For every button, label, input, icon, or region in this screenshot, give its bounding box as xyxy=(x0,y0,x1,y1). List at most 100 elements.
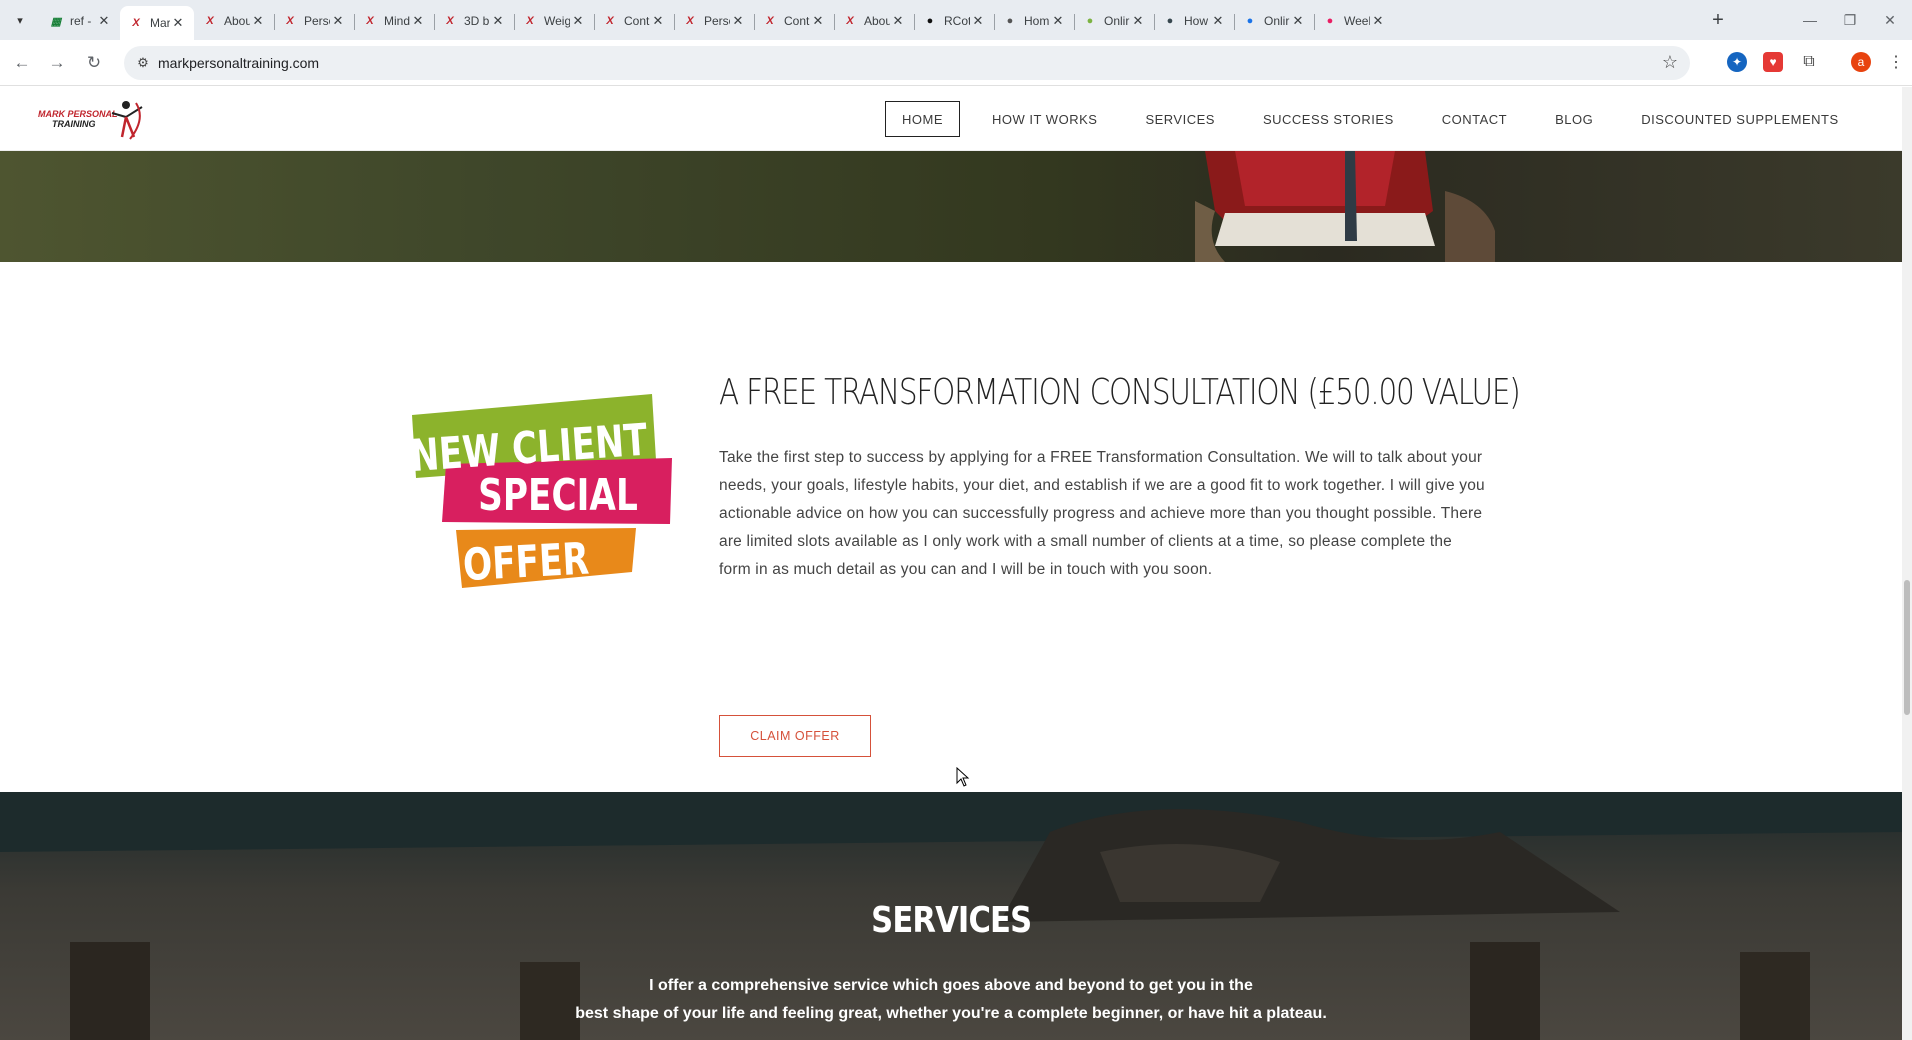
tab-close-icon[interactable]: ✕ xyxy=(970,13,986,29)
page-scrollbar-thumb[interactable] xyxy=(1904,580,1910,715)
new-tab-button[interactable]: + xyxy=(1706,8,1730,32)
browser-tab[interactable]: ● Hom ✕ xyxy=(994,6,1074,36)
tab-title: How xyxy=(1184,14,1209,28)
browser-tab[interactable]: X Mind ✕ xyxy=(354,6,434,36)
tab-title: Cont xyxy=(784,14,810,28)
tab-title: Onlir xyxy=(1264,14,1290,28)
tab-close-icon[interactable]: ✕ xyxy=(1050,13,1066,29)
nav-discounted-supplements[interactable]: DISCOUNTED SUPPLEMENTS xyxy=(1625,101,1854,137)
profile-avatar[interactable]: a xyxy=(1851,52,1871,72)
page-scrollbar-track[interactable] xyxy=(1902,87,1912,1040)
close-window-button[interactable]: ✕ xyxy=(1870,8,1910,32)
claim-offer-button[interactable]: CLAIM OFFER xyxy=(719,715,871,757)
extension-globe-icon[interactable]: ✦ xyxy=(1727,52,1747,72)
nav-success-stories[interactable]: SUCCESS STORIES xyxy=(1247,101,1410,137)
sheets-icon: ▦ xyxy=(50,15,62,28)
tab-title: 3D b xyxy=(464,14,490,28)
tab-close-icon[interactable]: ✕ xyxy=(650,13,666,29)
web-page: MARK PERSONAL TRAINING HOME HOW IT WORKS S… xyxy=(0,87,1902,1040)
offer-description: Take the first step to success by applyi… xyxy=(719,444,1509,584)
home-site-icon: ● xyxy=(1006,15,1014,27)
tab-title: Perso xyxy=(704,14,730,28)
site-info-icon[interactable]: ⚙ xyxy=(134,54,152,72)
mark-logo-icon: X xyxy=(846,15,854,27)
tab-title: Weel xyxy=(1344,14,1370,28)
browser-tab[interactable]: X Abou ✕ xyxy=(834,6,914,36)
back-arrow-icon[interactable]: ← xyxy=(10,51,34,75)
tab-close-icon[interactable]: ✕ xyxy=(1370,13,1386,29)
address-bar[interactable]: ⚙ markpersonaltraining.com ☆ xyxy=(124,46,1690,80)
browser-tab[interactable]: X Cont ✕ xyxy=(594,6,674,36)
services-title: SERVICES xyxy=(0,900,1902,941)
browser-tab[interactable]: X Cont ✕ xyxy=(754,6,834,36)
browser-tab[interactable]: X 3D b ✕ xyxy=(434,6,514,36)
browser-tab[interactable]: ● How ✕ xyxy=(1154,6,1234,36)
tab-title: Abou xyxy=(224,14,250,28)
tab-close-icon[interactable]: ✕ xyxy=(1210,13,1226,29)
tab-title: Abou xyxy=(864,14,890,28)
tab-list: ▦ref -✕XMark✕XAbou✕XPerso✕XMind✕X3D b✕XW… xyxy=(40,6,1394,40)
minimize-button[interactable]: — xyxy=(1790,8,1830,32)
tab-close-icon[interactable]: ✕ xyxy=(490,13,506,29)
logo-figure-icon xyxy=(111,101,143,140)
new-client-offer-badge: NEW CLIENT SPECIAL OFFER xyxy=(410,394,672,590)
tab-close-icon[interactable]: ✕ xyxy=(410,13,426,29)
nav-how-it-works[interactable]: HOW IT WORKS xyxy=(976,101,1113,137)
tab-close-icon[interactable]: ✕ xyxy=(570,13,586,29)
tab-title: Perso xyxy=(304,14,330,28)
logo-line2: TRAINING xyxy=(52,119,96,129)
browser-menu-icon[interactable]: ⋮ xyxy=(1886,52,1906,72)
browser-tab[interactable]: ● RCot ✕ xyxy=(914,6,994,36)
url-text[interactable]: markpersonaltraining.com xyxy=(158,55,319,71)
browser-tab[interactable]: ▦ ref - ✕ xyxy=(40,6,120,36)
p-site-icon: ● xyxy=(1246,15,1254,27)
services-text-line2: best shape of your life and feeling grea… xyxy=(575,1005,1327,1022)
free-consultation-section: NEW CLIENT SPECIAL OFFER A FREE TRANSFOR… xyxy=(0,262,1902,792)
tab-close-icon[interactable]: ✕ xyxy=(1290,13,1306,29)
nav-services[interactable]: SERVICES xyxy=(1129,101,1231,137)
browser-tab[interactable]: ● Onlir ✕ xyxy=(1074,6,1154,36)
restore-button[interactable]: ❐ xyxy=(1830,8,1870,32)
offer-text-line: actionable advice on how you can success… xyxy=(719,505,1483,522)
reload-icon[interactable]: ↻ xyxy=(82,51,106,75)
tab-close-icon[interactable]: ✕ xyxy=(730,13,746,29)
site-header: MARK PERSONAL TRAINING HOME HOW IT WORKS S… xyxy=(0,87,1902,151)
tab-close-icon[interactable]: ✕ xyxy=(1130,13,1146,29)
browser-tab[interactable]: X Abou ✕ xyxy=(194,6,274,36)
offer-title: A FREE TRANSFORMATION CONSULTATION (£50.… xyxy=(719,372,1521,413)
nav-blog[interactable]: BLOG xyxy=(1539,101,1609,137)
tab-close-icon[interactable]: ✕ xyxy=(330,13,346,29)
services-title-text: SERVICES xyxy=(870,900,1032,941)
browser-tab[interactable]: X Perso✕ xyxy=(674,6,754,36)
tab-close-icon[interactable]: ✕ xyxy=(810,13,826,29)
extensions-puzzle-icon[interactable]: ⧉ xyxy=(1799,52,1819,72)
tab-close-icon[interactable]: ✕ xyxy=(96,13,112,29)
mark-logo-icon: X xyxy=(686,15,694,27)
browser-toolbar: ← → ↻ ⚙ markpersonaltraining.com ☆ ✦ ♥ ⧉… xyxy=(0,40,1912,86)
bookmark-star-icon[interactable]: ☆ xyxy=(1662,52,1678,73)
tab-title: Mind xyxy=(384,14,410,28)
browser-tab[interactable]: X Weig ✕ xyxy=(514,6,594,36)
services-description: I offer a comprehensive service which go… xyxy=(0,972,1902,1028)
tab-search-chevron-icon[interactable]: ▾ xyxy=(10,10,30,30)
browser-tab[interactable]: ● Weel ✕ xyxy=(1314,6,1394,36)
week-site-icon: ● xyxy=(1326,15,1334,27)
logo-text: MARK PERSONAL TRAINING xyxy=(38,109,118,129)
browser-tab[interactable]: ● Onlir ✕ xyxy=(1234,6,1314,36)
mouse-cursor-icon xyxy=(956,767,970,787)
tab-title: Onlir xyxy=(1104,14,1130,28)
browser-tab[interactable]: X Perso✕ xyxy=(274,6,354,36)
tab-close-icon[interactable]: ✕ xyxy=(250,13,266,29)
browser-tab[interactable]: X Mark✕ xyxy=(120,6,194,40)
site-logo[interactable]: MARK PERSONAL TRAINING xyxy=(38,99,148,141)
tab-close-icon[interactable]: ✕ xyxy=(170,15,186,31)
forward-arrow-icon[interactable]: → xyxy=(45,51,69,75)
extension-shield-icon[interactable]: ♥ xyxy=(1763,52,1783,72)
services-text-line1: I offer a comprehensive service which go… xyxy=(649,977,1253,994)
tab-title: ref - xyxy=(70,14,92,28)
nav-contact[interactable]: CONTACT xyxy=(1426,101,1523,137)
tab-close-icon[interactable]: ✕ xyxy=(890,13,906,29)
how-site-icon: ● xyxy=(1166,15,1174,27)
hero-person-image xyxy=(1195,151,1495,262)
nav-home[interactable]: HOME xyxy=(885,101,960,137)
